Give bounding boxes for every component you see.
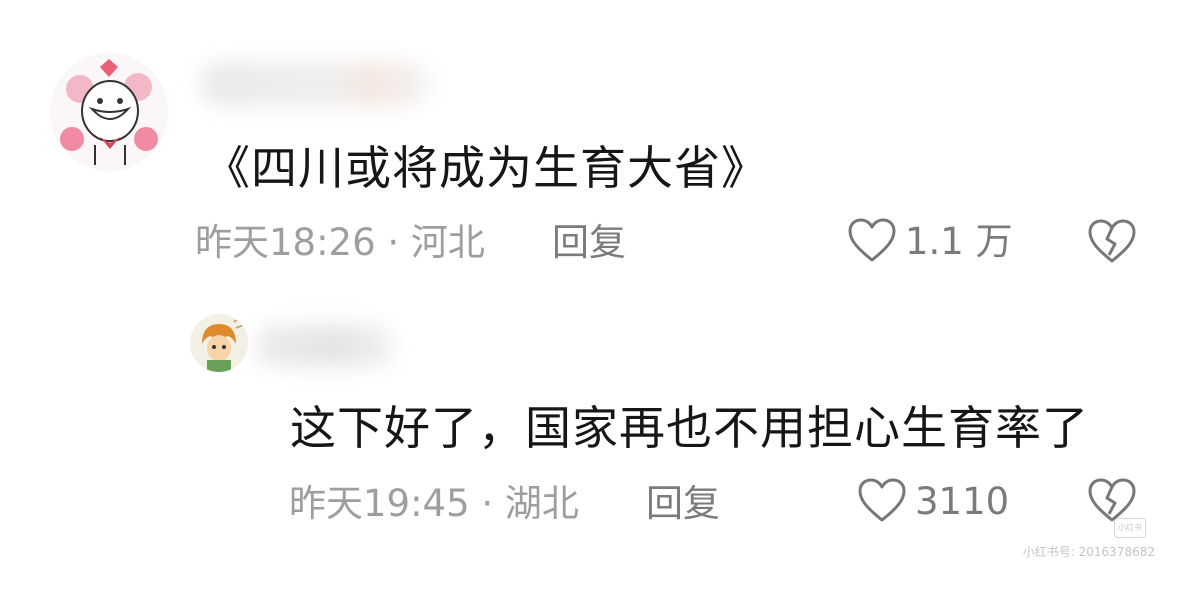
like-count: 1.1 万 — [905, 219, 1013, 263]
reply-button[interactable]: 回复 — [552, 224, 626, 261]
like-button[interactable]: 1.1 万 — [847, 218, 1013, 264]
reply-meta: 昨天19:45 · 湖北 — [289, 482, 579, 525]
avatar[interactable] — [50, 53, 168, 171]
reply-like-count: 3110 — [915, 479, 1010, 523]
broken-heart-icon — [1088, 219, 1136, 263]
comment-meta: 昨天18:26 · 河北 — [195, 221, 485, 264]
reply-avatar[interactable] — [190, 314, 248, 372]
heart-outline-icon — [848, 218, 896, 262]
reply-like-button[interactable]: 3110 — [857, 478, 1009, 524]
reply-text: 这下好了，国家再也不用担心生育率了 — [290, 401, 1089, 455]
comment-text: 《四川或将成为生育大省》 — [204, 141, 768, 195]
watermark-badge: 小红书 — [1114, 518, 1146, 538]
dislike-button[interactable] — [1086, 219, 1138, 269]
username-blurred[interactable] — [200, 62, 430, 106]
reply-username-blurred[interactable] — [255, 325, 395, 367]
watermark-text: 小红书号: 2016378682 — [1022, 545, 1155, 559]
reply-reply-button[interactable]: 回复 — [646, 485, 720, 522]
reply-avatar-image — [190, 314, 248, 372]
heart-outline-icon — [858, 478, 906, 522]
avatar-image — [50, 53, 168, 171]
